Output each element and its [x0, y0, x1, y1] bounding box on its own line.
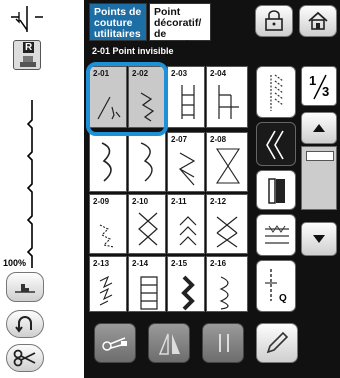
buttonhole-icon: [268, 178, 285, 204]
stitch-preview: [26, 100, 33, 268]
stitch-pattern-icon: [138, 212, 158, 246]
thread-cutter-button[interactable]: [6, 344, 44, 372]
side-stitch-q-label: Q: [279, 293, 287, 304]
stitch-cell[interactable]: 2-11: [167, 194, 205, 254]
scrollbar-track[interactable]: [301, 146, 337, 210]
side-stitch-2[interactable]: [256, 122, 296, 166]
scissors-setting-icon: [102, 337, 127, 351]
lock-button[interactable]: [255, 5, 293, 37]
stitch-pattern-icon: [140, 276, 158, 310]
stitch-cell[interactable]: 2-14: [128, 256, 166, 312]
pencil-icon: [266, 331, 289, 354]
side-stitch-4[interactable]: [256, 214, 296, 256]
needle-position-indicator: [6, 4, 48, 36]
twin-needle-icon: [219, 334, 229, 352]
stitch-cell[interactable]: 2-15: [167, 256, 205, 312]
side-stitch-1[interactable]: [256, 66, 296, 118]
stitch-cell[interactable]: 2-09: [89, 194, 127, 254]
stitch-edit-button[interactable]: [256, 323, 298, 363]
stitch-title: 2-01 Point invisible: [92, 46, 174, 56]
stitch-cell[interactable]: 2-08: [206, 132, 248, 192]
page-total: 3: [322, 84, 330, 99]
stitch-cell[interactable]: 2-10: [128, 194, 166, 254]
stitch-cell[interactable]: 2-16: [206, 256, 248, 312]
tab-label-line: utilitaires: [94, 28, 141, 40]
twin-needle-button[interactable]: [202, 323, 244, 363]
reverse-icon: [15, 316, 32, 333]
scroll-down-button[interactable]: [301, 222, 337, 256]
mirror-button[interactable]: [148, 323, 190, 363]
speed-label: 100%: [3, 258, 27, 268]
scrollbar-thumb[interactable]: [306, 151, 334, 161]
side-stitch-icon: [265, 225, 289, 244]
presser-foot-indicator: R: [13, 40, 41, 70]
stitch-cell[interactable]: 2-04: [206, 66, 248, 128]
scissors-icon: [13, 349, 36, 367]
stitch-pattern-icon: [99, 275, 113, 306]
stitch-pattern-icon: [219, 276, 229, 310]
tab-utility-stitches[interactable]: Points de couture utilitaires: [89, 3, 147, 41]
stitch-pattern-icon: [181, 85, 195, 119]
stitch-pattern-icon: [181, 275, 195, 311]
stitch-cell[interactable]: [128, 132, 166, 192]
presser-foot-icon: [20, 56, 36, 67]
mirror-icon: [158, 333, 180, 355]
side-stitch-q[interactable]: Q: [256, 260, 296, 312]
triangle-up-icon: [313, 124, 325, 132]
side-stitch-icon: [265, 269, 277, 301]
stitch-pattern-icon: [215, 148, 241, 184]
reverse-button[interactable]: [6, 310, 44, 338]
stitch-pattern-icon: [101, 142, 112, 182]
slash-icon: [313, 74, 327, 100]
stitch-pattern-icon: [179, 216, 197, 246]
stitch-pattern-icon: [216, 216, 238, 248]
stitch-pattern-icon: [218, 85, 239, 119]
stitch-cell[interactable]: 2-13: [89, 256, 127, 312]
selection-highlight: [86, 62, 168, 136]
stitch-cell[interactable]: 2-03: [167, 66, 205, 128]
presser-foot-button[interactable]: [6, 272, 44, 302]
stitch-cell[interactable]: 2-12: [206, 194, 248, 254]
side-stitch-icon: [270, 74, 284, 111]
presser-foot-lift-icon: [15, 284, 35, 293]
side-stitch-3[interactable]: [256, 170, 296, 210]
stitch-pattern-icon: [99, 224, 115, 248]
home-icon: [308, 11, 328, 30]
page-indicator: 1 3: [301, 66, 337, 106]
triangle-down-icon: [313, 235, 325, 243]
lock-icon: [265, 10, 283, 31]
stitch-cell[interactable]: [89, 132, 127, 192]
tab-decorative-stitches[interactable]: Point décoratif/ de caractère: [149, 3, 211, 51]
side-stitch-icon: [266, 130, 284, 160]
stitch-pattern-icon: [178, 152, 196, 186]
stitch-cell[interactable]: 2-07: [167, 132, 205, 192]
needle-icon: [11, 6, 43, 32]
thread-cutter-setting-button[interactable]: [94, 323, 136, 363]
stitch-pattern-icon: [140, 142, 153, 182]
scroll-up-button[interactable]: [301, 112, 337, 144]
home-button[interactable]: [299, 5, 337, 37]
